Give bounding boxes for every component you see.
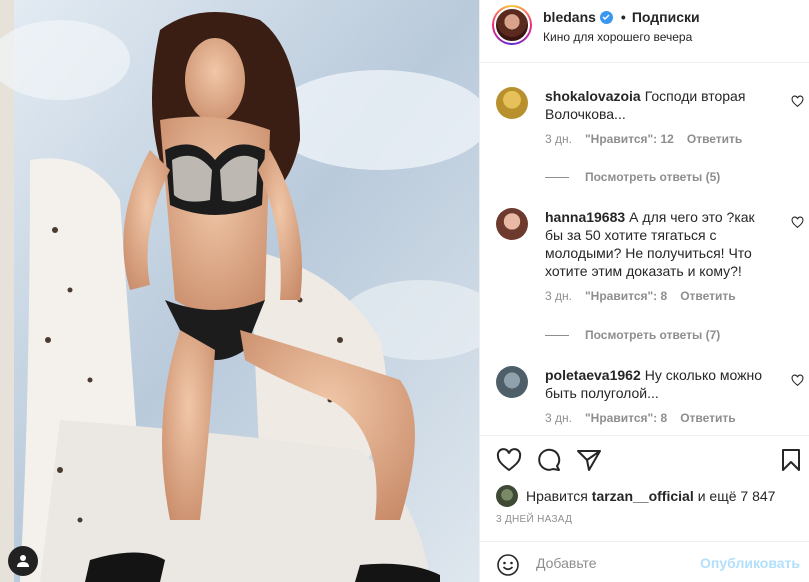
person-icon: [17, 555, 29, 567]
view-replies-button[interactable]: Посмотреть ответы (7): [480, 328, 720, 342]
comments-list[interactable]: shokalovazoia Господи вторая Волочкова...…: [480, 63, 809, 435]
photo-illustration: [0, 0, 479, 582]
post-photo[interactable]: [0, 0, 479, 582]
post-header: bledans • Подписки Кино для хорошего веч…: [480, 0, 809, 63]
comment-meta: 3 дн. "Нравится": 8 Ответить: [545, 411, 776, 425]
comment-text-block: hanna19683 А для чего это ?как бы за 50 х…: [545, 208, 776, 280]
author-username[interactable]: bledans: [543, 9, 596, 25]
following-button[interactable]: Подписки: [632, 9, 700, 25]
replies-divider: [545, 176, 569, 178]
verified-badge-icon: [599, 10, 613, 24]
share-paper-plane-icon[interactable]: [576, 448, 602, 472]
view-replies-label: Посмотреть ответы (5): [585, 170, 721, 184]
comment-text-block: poletaeva1962 Ну сколько можно быть полуг…: [545, 366, 776, 402]
replies-divider: [545, 334, 569, 336]
post-date[interactable]: 3 ДНЕЙ НАЗАД: [496, 514, 572, 525]
comment-reply-button[interactable]: Ответить: [687, 132, 742, 146]
view-replies-button[interactable]: Посмотреть ответы (5): [480, 170, 720, 184]
likes-summary: Нравится tarzan__official и ещё 7 847: [496, 485, 775, 507]
like-heart-icon[interactable]: [496, 448, 522, 472]
comment-likes[interactable]: "Нравится": 12: [585, 132, 674, 146]
comment-item: poletaeva1962 Ну сколько можно быть полуг…: [480, 366, 809, 425]
publish-button[interactable]: Опубликовать: [700, 555, 800, 571]
emoji-icon[interactable]: [496, 553, 520, 577]
comment-time[interactable]: 3 дн.: [545, 289, 572, 303]
save-bookmark-icon[interactable]: [780, 448, 802, 472]
like-comment-heart-icon[interactable]: [791, 216, 804, 229]
separator-dot: •: [620, 9, 626, 25]
likes-prefix: Нравится: [526, 488, 588, 504]
comment-bubble-icon[interactable]: [536, 448, 562, 472]
like-comment-heart-icon[interactable]: [791, 374, 804, 387]
comment-text-block: shokalovazoia Господи вторая Волочкова...: [545, 87, 776, 123]
add-comment-bar: Добавьте Опубликовать: [480, 541, 809, 582]
comment-item: hanna19683 А для чего это ?как бы за 50 х…: [480, 208, 809, 303]
post-location[interactable]: Кино для хорошего вечера: [543, 30, 692, 44]
commenter-avatar[interactable]: [496, 208, 528, 240]
commenter-username[interactable]: poletaeva1962: [545, 367, 641, 383]
commenter-avatar[interactable]: [496, 366, 528, 398]
likes-count[interactable]: и ещё 7 847: [698, 488, 776, 504]
tagged-users-button[interactable]: [8, 546, 38, 576]
author-avatar[interactable]: [492, 5, 532, 45]
comment-input[interactable]: Добавьте: [536, 555, 597, 571]
comment-meta: 3 дн. "Нравится": 8 Ответить: [545, 289, 776, 303]
like-comment-heart-icon[interactable]: [791, 95, 804, 108]
comment-likes[interactable]: "Нравится": 8: [585, 411, 667, 425]
post-side-panel: bledans • Подписки Кино для хорошего веч…: [479, 0, 809, 582]
comment-likes[interactable]: "Нравится": 8: [585, 289, 667, 303]
post-actions-area: Нравится tarzan__official и ещё 7 847 3 …: [480, 435, 809, 582]
author-line: bledans • Подписки: [543, 9, 700, 25]
liker-avatar[interactable]: [496, 485, 518, 507]
comment-time[interactable]: 3 дн.: [545, 132, 572, 146]
commenter-username[interactable]: hanna19683: [545, 209, 625, 225]
comment-reply-button[interactable]: Ответить: [680, 411, 735, 425]
commenter-username[interactable]: shokalovazoia: [545, 88, 641, 104]
view-replies-label: Посмотреть ответы (7): [585, 328, 721, 342]
comment-reply-button[interactable]: Ответить: [680, 289, 735, 303]
action-icons-row: [496, 448, 802, 474]
comment-time[interactable]: 3 дн.: [545, 411, 572, 425]
liker-username[interactable]: tarzan__official: [592, 488, 694, 504]
comment-meta: 3 дн. "Нравится": 12 Ответить: [545, 132, 776, 146]
comment-item: shokalovazoia Господи вторая Волочкова...…: [480, 87, 809, 146]
commenter-avatar[interactable]: [496, 87, 528, 119]
